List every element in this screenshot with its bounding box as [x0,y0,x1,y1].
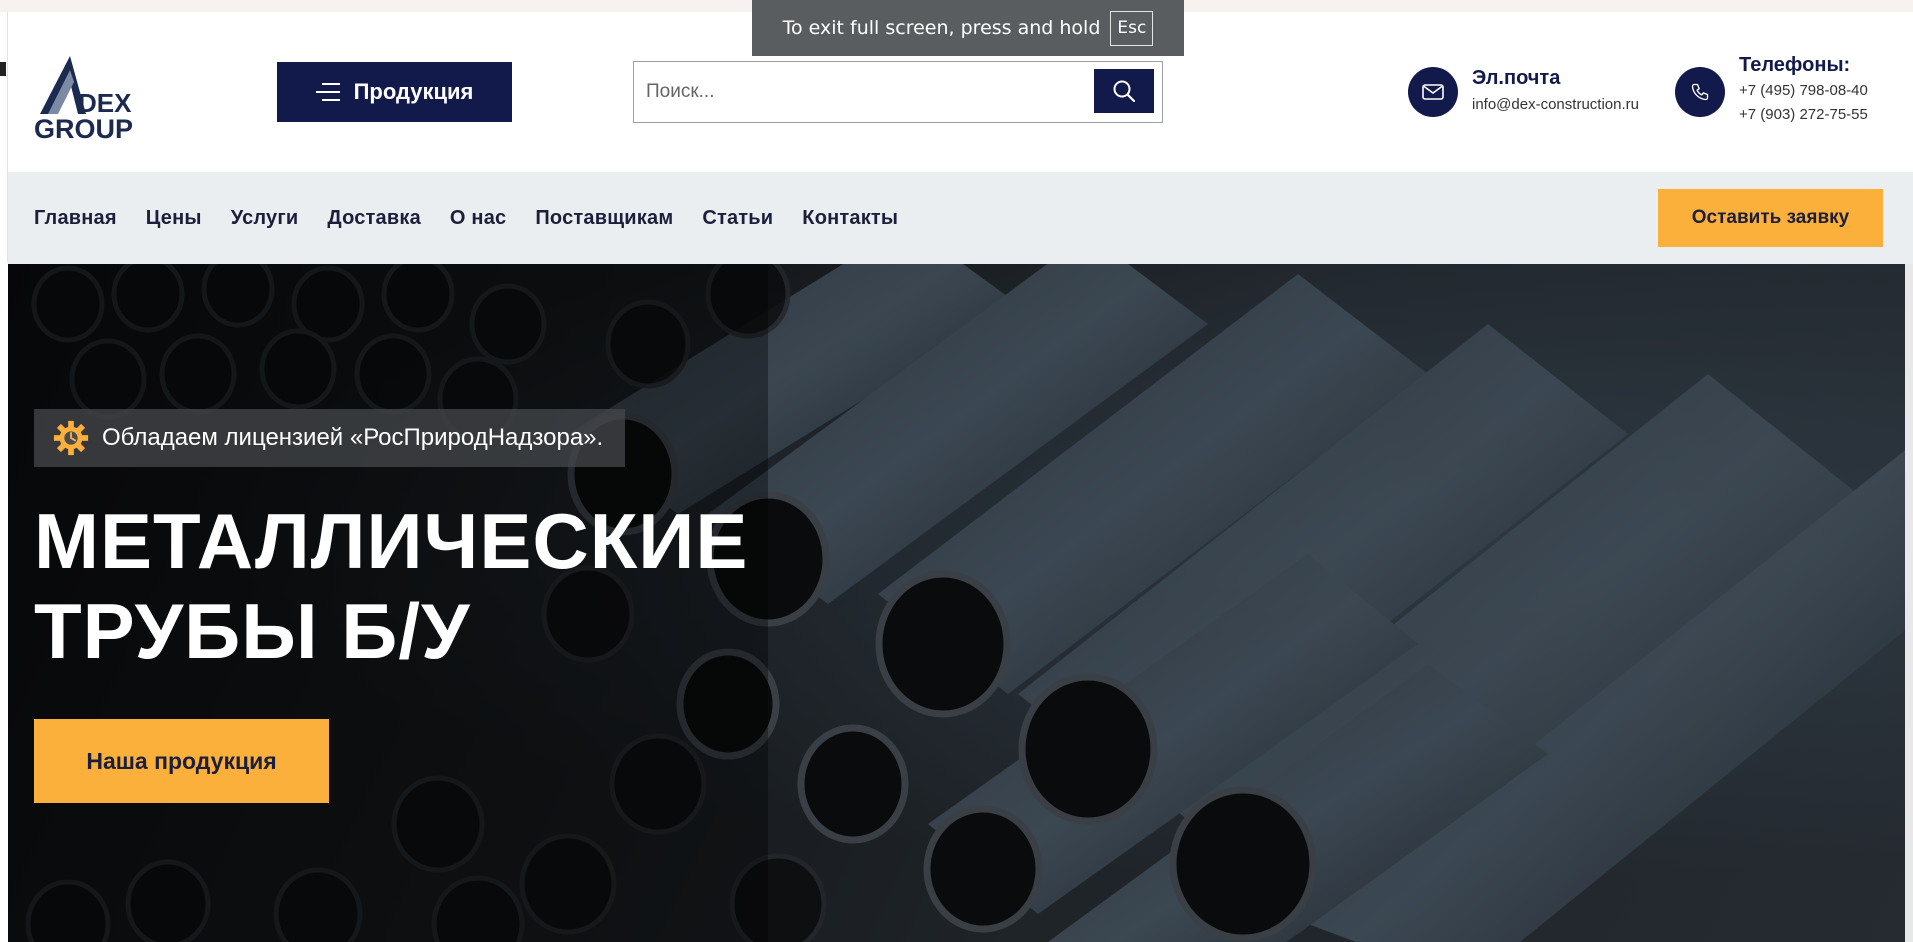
hero-title-line-1: МЕТАЛЛИЧЕСКИЕ [34,497,749,585]
nav-item-suppliers[interactable]: Поставщикам [535,207,673,229]
site-logo[interactable]: DEX GROUP [34,52,144,144]
nav-item-about[interactable]: О нас [450,207,506,229]
hero-title: МЕТАЛЛИЧЕСКИЕ ТРУБЫ Б/У [34,496,834,676]
nav-item-prices[interactable]: Цены [146,207,202,229]
page-scrollbar[interactable] [1905,264,1913,942]
menu-icon [315,83,340,101]
search-box [633,61,1163,123]
phone-icon [1675,67,1725,117]
phones-title: Телефоны: [1739,54,1851,76]
edge-mark [0,62,6,76]
esc-key-badge: Esc [1110,10,1154,46]
left-edge [0,12,8,262]
nav-item-articles[interactable]: Статьи [702,207,773,229]
nav-item-delivery[interactable]: Доставка [327,207,421,229]
license-badge: Обладаем лицензией «РосПриродНадзора». [34,409,626,467]
our-products-button[interactable]: Наша продукция [34,719,329,803]
nav-list: Главная Цены Услуги Доставка О нас Поста… [34,172,898,264]
phone-link-2[interactable]: +7 (903) 272-75-55 [1739,106,1868,123]
search-input[interactable] [634,62,1084,122]
email-link[interactable]: info@dex-construction.ru [1472,96,1639,113]
license-text: Обладаем лицензией «РосПриродНадзора». [102,424,604,451]
gear-icon [53,420,89,456]
fullscreen-notice: To exit full screen, press and hold Esc [752,0,1184,56]
main-nav: Главная Цены Услуги Доставка О нас Поста… [8,172,1913,264]
search-button[interactable] [1094,69,1154,113]
email-title: Эл.почта [1472,67,1561,89]
dex-group-logo-icon: DEX GROUP [34,56,133,144]
nav-item-home[interactable]: Главная [34,207,117,229]
mail-icon [1408,67,1458,117]
svg-text:GROUP: GROUP [34,114,133,144]
fullscreen-notice-text: To exit full screen, press and hold [782,17,1101,39]
hero-banner: Обладаем лицензией «РосПриродНадзора». М… [8,264,1913,942]
nav-item-services[interactable]: Услуги [231,207,299,229]
nav-item-contacts[interactable]: Контакты [802,207,898,229]
email-contact: Эл.почта info@dex-construction.ru [1408,67,1639,117]
hero-title-line-2: ТРУБЫ Б/У [34,587,471,675]
products-menu-button[interactable]: Продукция [277,62,512,122]
products-button-label: Продукция [353,79,474,104]
phone-link-1[interactable]: +7 (495) 798-08-40 [1739,82,1868,99]
phone-contact: Телефоны: +7 (495) 798-08-40 +7 (903) 27… [1675,54,1868,123]
search-icon [1113,80,1136,103]
request-button[interactable]: Оставить заявку [1658,189,1883,247]
